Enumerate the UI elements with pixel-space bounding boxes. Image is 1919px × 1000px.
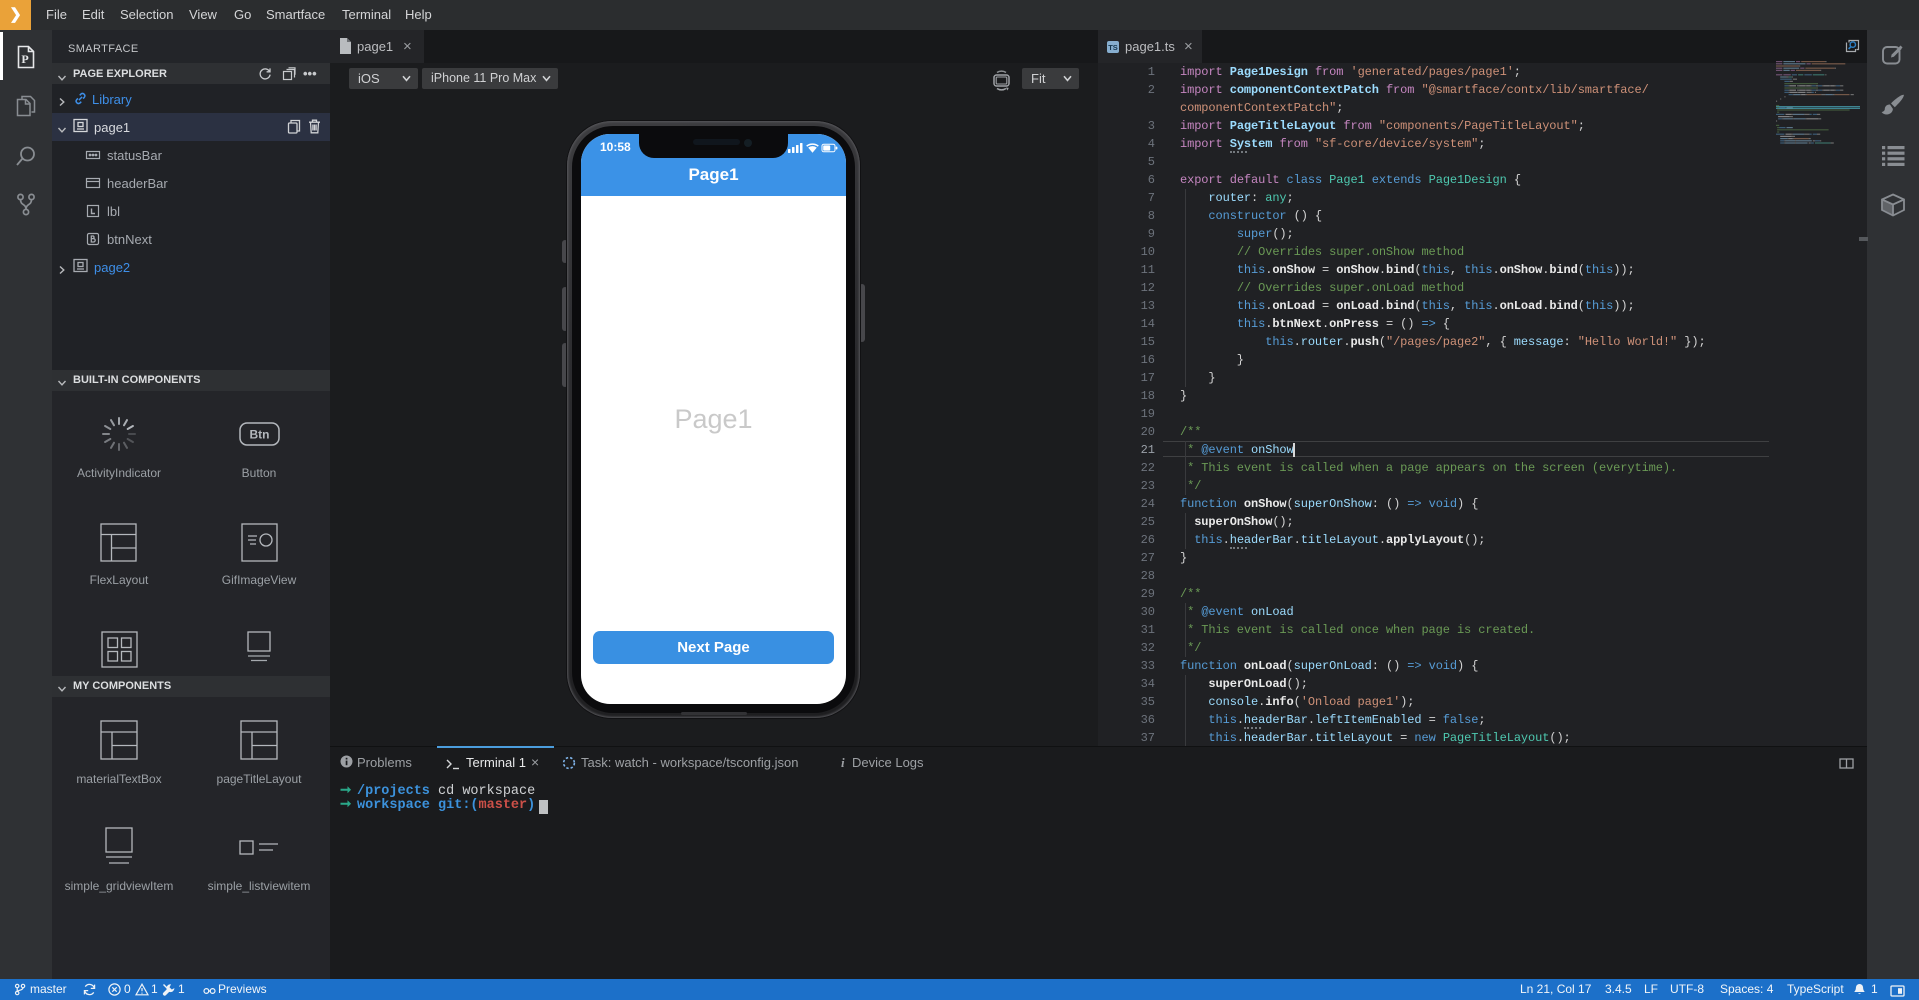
- svg-text:Btn: Btn: [250, 428, 270, 442]
- svg-text:P: P: [21, 52, 28, 66]
